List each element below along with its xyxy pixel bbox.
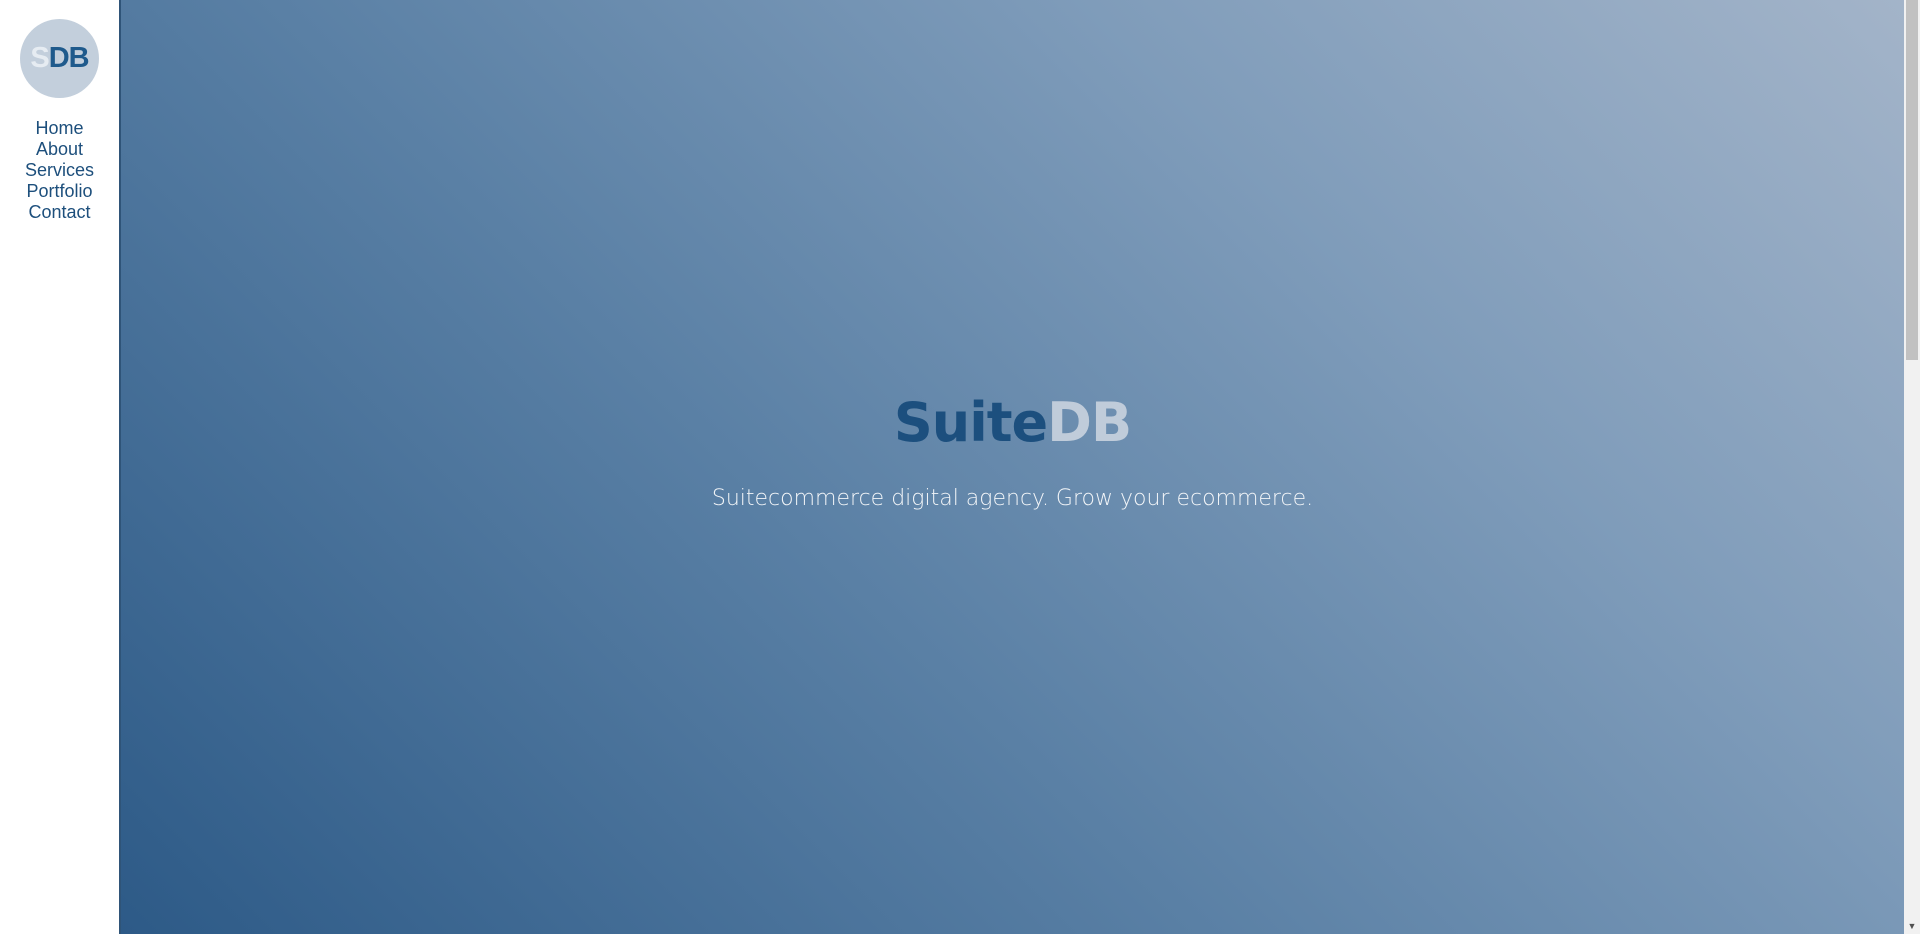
nav-item-about[interactable]: About: [0, 139, 119, 160]
logo-letters-db: DB: [48, 42, 90, 74]
nav-item-home[interactable]: Home: [0, 118, 119, 139]
page: S DB Home About Services Portfolio Contac…: [0, 0, 1920, 934]
hero-title: SuiteDB: [121, 388, 1904, 458]
logo[interactable]: S DB: [20, 19, 99, 98]
sidebar: S DB Home About Services Portfolio Contac…: [0, 0, 119, 934]
hero-section: SuiteDB Suitecommerce digital agency. Gr…: [121, 0, 1904, 934]
nav-item-services[interactable]: Services: [0, 160, 119, 181]
scroll-down-arrow-icon[interactable]: ▼: [1904, 918, 1920, 934]
hero-title-db: DB: [1047, 391, 1132, 454]
logo-letter-s: S: [30, 42, 49, 74]
hero-title-suite: Suite: [893, 391, 1048, 454]
hero-subtitle: Suitecommerce digital agency. Grow your …: [711, 486, 1314, 511]
nav-item-contact[interactable]: Contact: [0, 202, 119, 223]
vertical-scrollbar[interactable]: ▼: [1904, 0, 1920, 934]
sidebar-nav: Home About Services Portfolio Contact: [0, 118, 119, 223]
scrollbar-thumb[interactable]: [1906, 0, 1918, 360]
nav-item-portfolio[interactable]: Portfolio: [0, 181, 119, 202]
